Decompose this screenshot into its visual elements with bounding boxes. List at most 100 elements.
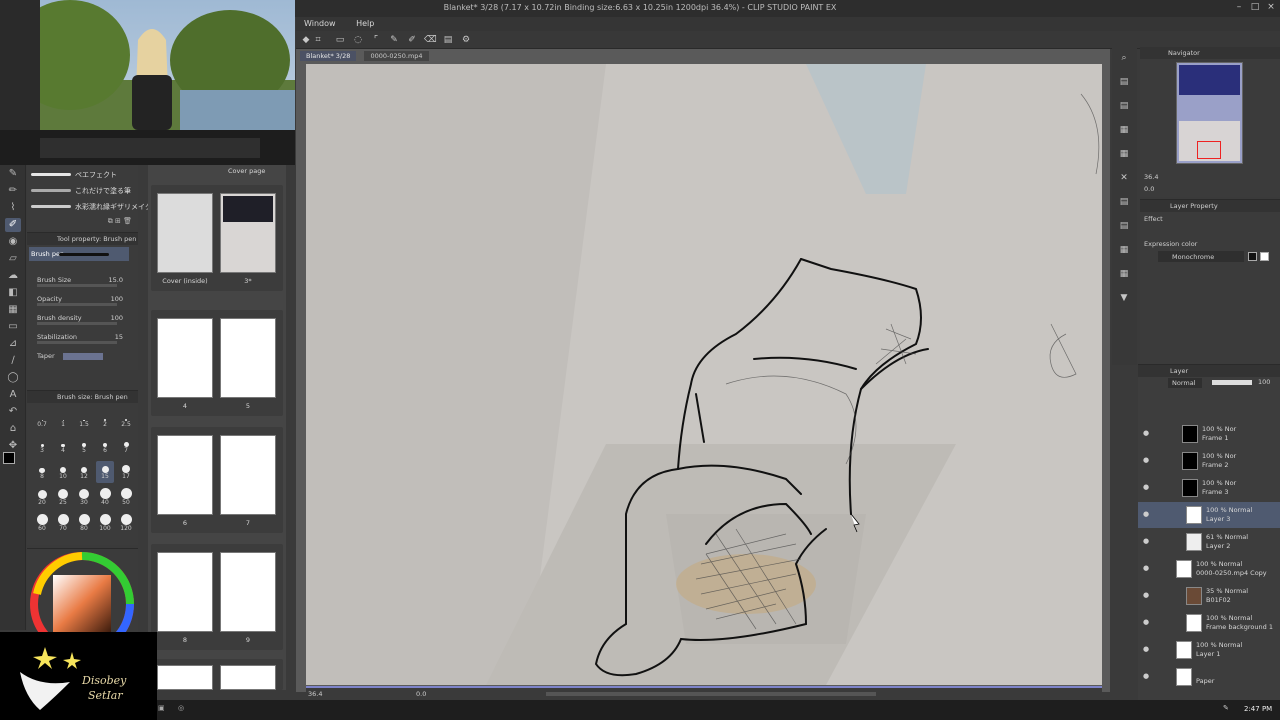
ruler-tool-icon[interactable]: ∕	[5, 354, 21, 368]
brush-size-option[interactable]: 20	[33, 487, 51, 509]
brush-item[interactable]: これだけで塗る筆	[31, 184, 135, 197]
brush-item[interactable]: ペエフェクト	[31, 168, 135, 181]
visibility-eye-icon[interactable]: ●	[1143, 591, 1149, 599]
lasso-icon[interactable]: ◌	[352, 34, 364, 46]
brush-size-option[interactable]: 7	[117, 435, 135, 457]
menu-help[interactable]: Help	[356, 19, 374, 28]
brush-density-row[interactable]: Brush density 100	[37, 313, 137, 325]
page-spread[interactable]	[151, 659, 283, 690]
visibility-eye-icon[interactable]: ●	[1143, 645, 1149, 653]
page-thumbnail[interactable]	[220, 318, 276, 398]
layer-row[interactable]: ● 100 % Nor Frame 2	[1138, 448, 1280, 474]
status-angle[interactable]: 0.0	[416, 690, 426, 698]
page-thumbnail[interactable]	[157, 665, 213, 690]
brush-size-option[interactable]: 5	[75, 435, 93, 457]
balloon-tool-icon[interactable]: ◯	[5, 371, 21, 385]
opacity-slider[interactable]	[37, 303, 117, 306]
brush-size-option[interactable]: 2	[96, 409, 114, 431]
settings-icon[interactable]: ⚙	[460, 34, 472, 46]
brush-size-row[interactable]: Brush Size 15.0	[37, 275, 137, 287]
brush-size-option[interactable]: 15	[96, 461, 114, 483]
page-spread[interactable]: 89	[151, 544, 283, 650]
menu-window[interactable]: Window	[304, 19, 336, 28]
layer-row[interactable]: ● 61 % Normal Layer 2	[1138, 529, 1280, 555]
marker-tool-icon[interactable]: ⌇	[5, 201, 21, 215]
correct-line-tool-icon[interactable]: ↶	[5, 405, 21, 419]
page-thumbnail[interactable]	[220, 193, 276, 273]
brush-size-option[interactable]: 60	[33, 513, 51, 535]
diamond-icon[interactable]: ◆	[300, 34, 312, 46]
taskbar-app-icon[interactable]: ◎	[178, 704, 184, 712]
panel-icon[interactable]: ▦	[1118, 268, 1130, 280]
doc-icon[interactable]: ▤	[442, 34, 454, 46]
taskbar-app-icon[interactable]: ▣	[158, 704, 165, 712]
brush-size-option[interactable]: 30	[75, 487, 93, 509]
blend-tool-icon[interactable]: ☁	[5, 269, 21, 283]
page-thumbnail[interactable]	[157, 435, 213, 515]
brush-size-option[interactable]: 3	[33, 435, 51, 457]
navigator-preview[interactable]	[1176, 62, 1243, 164]
doc-tab-blanket[interactable]: Blanket* 3/28	[300, 51, 357, 61]
visibility-eye-icon[interactable]: ●	[1143, 618, 1149, 626]
panel-icon[interactable]: ✕	[1118, 172, 1130, 184]
search-icon[interactable]: ⌕	[1118, 52, 1130, 64]
frame-tool-icon[interactable]: ▦	[5, 303, 21, 317]
brush-size-option[interactable]: 100	[96, 513, 114, 535]
panel-icon[interactable]: ▦	[1118, 244, 1130, 256]
layer-row[interactable]: ● 35 % Normal B01F02	[1138, 583, 1280, 609]
eraser-tool-icon[interactable]: ▱	[5, 252, 21, 266]
erase-icon[interactable]: ⌫	[424, 34, 437, 46]
layer-row[interactable]: ● 100 % Normal Frame background 1	[1138, 610, 1280, 636]
page-thumbnail[interactable]	[220, 552, 276, 632]
brush-size-option[interactable]: 80	[75, 513, 93, 535]
brush-size-option[interactable]: 2.5	[117, 409, 135, 431]
page-spread[interactable]: 67	[151, 427, 283, 533]
panel-icon[interactable]: ▤	[1118, 196, 1130, 208]
panel-icon[interactable]: ▤	[1118, 100, 1130, 112]
expression-color-select[interactable]: Monochrome	[1158, 251, 1244, 262]
horizontal-scrollbar[interactable]	[546, 692, 876, 696]
blend-mode-select[interactable]: Normal	[1168, 378, 1202, 388]
layer-row[interactable]: ● 100 % Nor Frame 1	[1138, 421, 1280, 447]
brush-size-option[interactable]: 8	[33, 461, 51, 483]
layer-row[interactable]: ● 100 % Normal 0000-0250.mp4 Copy	[1138, 556, 1280, 582]
brush-size-option[interactable]: 40	[96, 487, 114, 509]
drawing-canvas[interactable]	[306, 64, 1102, 685]
brush-size-option[interactable]: 25	[54, 487, 72, 509]
brush-tool-icon[interactable]: ✐	[5, 218, 21, 232]
main-color-swatch[interactable]	[3, 452, 15, 464]
pen-tool-icon[interactable]: ✎	[5, 167, 21, 181]
navigator-zoom[interactable]: 36.4	[1144, 173, 1158, 181]
visibility-eye-icon[interactable]: ●	[1143, 456, 1149, 464]
navigator-angle[interactable]: 0.0	[1144, 185, 1154, 193]
doc-tab-video[interactable]: 0000-0250.mp4	[364, 51, 429, 61]
brush-icon[interactable]: ✐	[406, 34, 418, 46]
brush-size-option[interactable]: 12	[75, 461, 93, 483]
stabilization-slider[interactable]	[37, 341, 117, 344]
page-spread[interactable]: Cover (inside) 3*	[151, 185, 283, 291]
panel-icon[interactable]: ▦	[1118, 124, 1130, 136]
visibility-eye-icon[interactable]: ●	[1143, 510, 1149, 518]
visibility-eye-icon[interactable]: ●	[1143, 483, 1149, 491]
panel-icon[interactable]: ▼	[1118, 292, 1130, 304]
visibility-eye-icon[interactable]: ●	[1143, 564, 1149, 572]
page-thumbnail[interactable]	[157, 193, 213, 273]
maximize-icon[interactable]: □	[1248, 2, 1262, 14]
page-thumbnail[interactable]	[220, 665, 276, 690]
opacity-row[interactable]: Opacity 100	[37, 294, 137, 306]
brush-size-option[interactable]: 1.5	[75, 409, 93, 431]
gradient-tool-icon[interactable]: ▭	[5, 320, 21, 334]
fill-tool-icon[interactable]: ◧	[5, 286, 21, 300]
layer-row[interactable]: ● 100 % Nor Frame 3	[1138, 475, 1280, 501]
white-swatch[interactable]	[1260, 252, 1269, 261]
layer-row[interactable]: ● 100 % Normal Layer 3	[1138, 502, 1280, 528]
page-spread[interactable]: 45	[151, 310, 283, 416]
stabilization-row[interactable]: Stabilization 15	[37, 332, 137, 344]
black-swatch[interactable]	[1248, 252, 1257, 261]
pencil-tool-icon[interactable]: ✏	[5, 184, 21, 198]
pen-tray-icon[interactable]: ✎	[1223, 704, 1229, 712]
brush-size-option[interactable]: 50	[117, 487, 135, 509]
layer-opacity-value[interactable]: 100	[1258, 378, 1270, 386]
panel-icon[interactable]: ▤	[1118, 220, 1130, 232]
brush-density-slider[interactable]	[37, 322, 117, 325]
